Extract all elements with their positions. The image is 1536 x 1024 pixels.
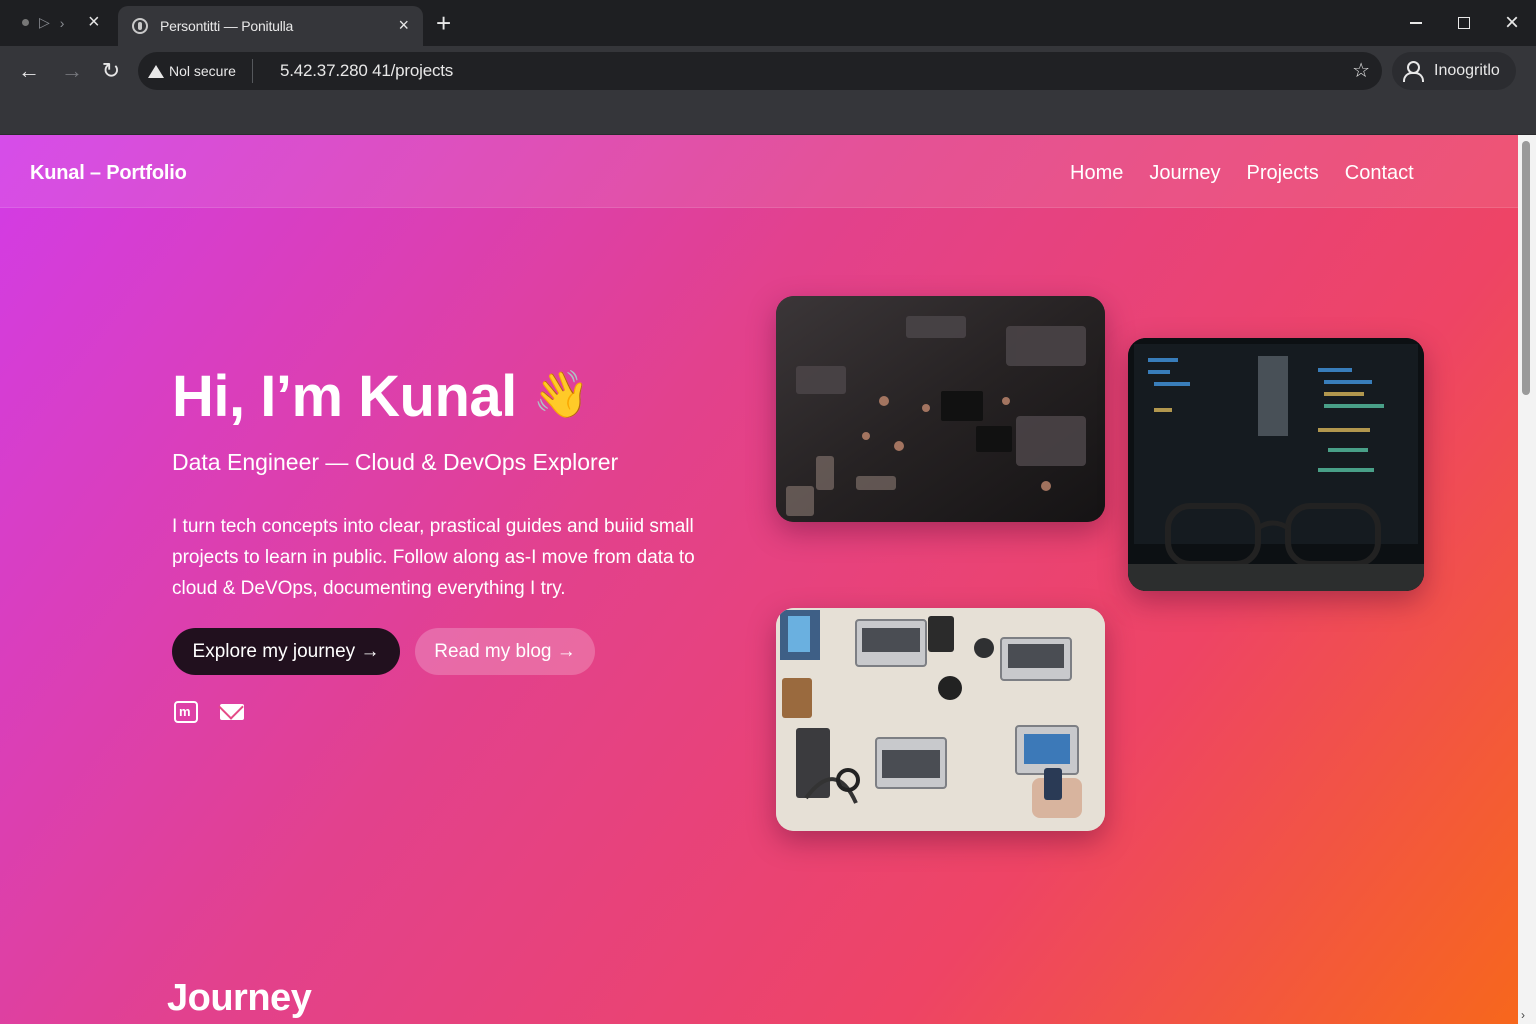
linkedin-glyph: m xyxy=(179,704,191,719)
dot-icon xyxy=(22,19,29,26)
window-controls: × xyxy=(1392,0,1536,46)
play-icon: ▷ xyxy=(39,14,50,30)
reload-button[interactable]: ↻ xyxy=(94,56,128,86)
profile-label: Inoogritlo xyxy=(1434,62,1500,79)
security-label: Nol secure xyxy=(169,63,236,79)
url-text[interactable]: 5.42.37.280 41/projects xyxy=(280,61,453,81)
nav-home[interactable]: Home xyxy=(1070,162,1123,185)
nav-contact[interactable]: Contact xyxy=(1345,162,1414,185)
stop-loading-icon[interactable]: × xyxy=(88,12,100,32)
minimize-icon xyxy=(1410,22,1422,24)
tab-title: Persontitti — Ponitulla xyxy=(160,18,294,34)
code-screen-illustration xyxy=(1128,338,1424,591)
minimize-button[interactable] xyxy=(1392,0,1440,46)
site-favicon-icon xyxy=(132,18,148,34)
desk-laptops-photo xyxy=(776,608,1105,831)
scroll-down-icon[interactable]: › xyxy=(1521,1008,1525,1022)
site-brand[interactable]: Kunal – Portfolio xyxy=(30,162,187,185)
desk-laptops-illustration xyxy=(776,608,1105,831)
code-screen-glasses-photo xyxy=(1128,338,1424,591)
scrollbar-thumb[interactable] xyxy=(1522,141,1530,395)
address-bar[interactable]: Nol secure 5.42.37.280 41/projects ☆ xyxy=(138,52,1382,90)
hero-title-text: Hi, I’m Kunal xyxy=(172,364,517,429)
nav-projects[interactable]: Projects xyxy=(1247,162,1319,185)
chevron-right-icon: › xyxy=(59,14,65,31)
browser-tabbar: ▷ › × Persontitti — Ponitulla × + × xyxy=(0,0,1536,46)
hero-title: Hi, I’m Kunal 👋 xyxy=(172,363,590,430)
site-nav: Home Journey Projects Contact xyxy=(1070,162,1414,185)
nav-journey[interactable]: Journey xyxy=(1149,162,1220,185)
tab-strip-controls[interactable]: ▷ › xyxy=(22,14,64,31)
browser-tab[interactable]: Persontitti — Ponitulla × xyxy=(118,6,423,46)
page-scrollbar[interactable]: › xyxy=(1518,135,1536,1024)
forward-button[interactable]: → xyxy=(55,56,89,86)
warning-icon xyxy=(148,64,164,78)
site-header: Kunal – Portfolio Home Journey Projects … xyxy=(0,135,1518,208)
explore-journey-button[interactable]: Explore my journey → xyxy=(172,628,400,675)
hero-description: I turn tech concepts into clear, prastic… xyxy=(172,516,695,599)
circuit-board-photo xyxy=(776,296,1105,522)
new-tab-button[interactable]: + xyxy=(436,10,451,36)
page-viewport: Kunal – Portfolio Home Journey Projects … xyxy=(0,135,1518,1024)
waving-hand-icon: 👋 xyxy=(532,368,590,420)
incognito-profile-button[interactable]: Inoogritlo xyxy=(1392,52,1516,90)
maximize-icon xyxy=(1458,17,1470,29)
mail-icon[interactable] xyxy=(220,704,244,720)
hero-subtitle: Data Engineer — Cloud & DevOps Explorer xyxy=(172,449,619,475)
journey-section-title: Journey xyxy=(167,977,312,1019)
maximize-button[interactable] xyxy=(1440,0,1488,46)
person-icon xyxy=(1402,60,1424,82)
linkedin-icon[interactable]: m xyxy=(174,701,198,723)
close-window-button[interactable]: × xyxy=(1488,0,1536,46)
read-blog-button[interactable]: Read my blog → xyxy=(415,628,595,675)
browser-toolbar: ← → ↻ Nol secure 5.42.37.280 41/projects… xyxy=(0,46,1536,135)
site-security-chip[interactable]: Nol secure xyxy=(148,59,253,83)
back-button[interactable]: ← xyxy=(12,56,46,86)
tab-close-button[interactable]: × xyxy=(398,15,409,35)
bookmark-star-icon[interactable]: ☆ xyxy=(1352,58,1370,83)
circuit-board-illustration xyxy=(776,296,1105,522)
